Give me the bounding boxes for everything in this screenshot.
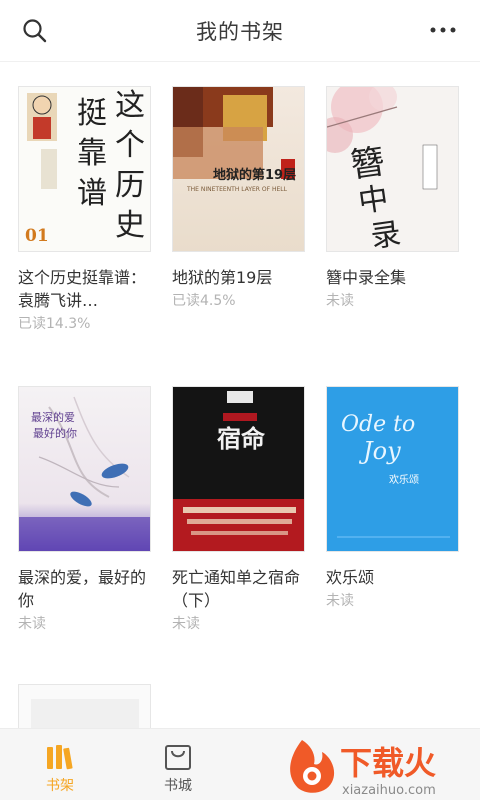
book-item[interactable]: 最深的爱 最好的你 最深的爱，最好的你 未读 bbox=[18, 386, 158, 635]
svg-text:靠: 靠 bbox=[77, 136, 107, 171]
book-item[interactable]: 挺 靠 谱 这 个 历 史 01 这个历史挺靠谱：袁腾飞讲… 已读14.3% bbox=[18, 86, 158, 335]
watermark-brand: 下载火 bbox=[340, 744, 436, 782]
book-title[interactable]: 这个历史挺靠谱：袁腾飞讲… bbox=[18, 266, 158, 312]
svg-text:簪: 簪 bbox=[348, 142, 387, 186]
book-cover[interactable]: 挺 靠 谱 这 个 历 史 01 bbox=[18, 86, 151, 252]
page-title: 我的书架 bbox=[196, 20, 284, 44]
tab-bookshelf[interactable]: 书架 bbox=[0, 729, 120, 800]
svg-text:THE NINETEENTH LAYER OF HELL: THE NINETEENTH LAYER OF HELL bbox=[186, 186, 288, 193]
book-item[interactable]: Ode to Joy 欢乐颂 欢乐颂 未读 bbox=[326, 386, 466, 612]
read-status: 已读4.5% bbox=[172, 293, 236, 309]
svg-text:地狱的第19层: 地狱的第19层 bbox=[213, 167, 296, 183]
book-item[interactable]: 簪 中 录 簪中录全集 未读 bbox=[326, 86, 466, 312]
svg-text:宿命: 宿命 bbox=[217, 424, 266, 453]
book-cover[interactable]: 地狱的第19层 THE NINETEENTH LAYER OF HELL bbox=[172, 86, 305, 252]
book-item[interactable]: 宿命 死亡通知单之宿命（下） 未读 bbox=[172, 386, 312, 635]
svg-text:历: 历 bbox=[115, 168, 145, 203]
book-title[interactable]: 簪中录全集 bbox=[326, 266, 466, 289]
book-cover[interactable]: Ode to Joy 欢乐颂 bbox=[326, 386, 459, 552]
book-title[interactable]: 欢乐颂 bbox=[326, 566, 466, 589]
book-title[interactable]: 地狱的第19层 bbox=[172, 266, 312, 289]
add-book-placeholder[interactable] bbox=[18, 684, 151, 728]
top-bar: 我的书架 bbox=[0, 0, 480, 62]
read-status: 未读 bbox=[326, 593, 354, 609]
book-title[interactable]: 死亡通知单之宿命（下） bbox=[172, 566, 312, 612]
cover-number: 01 bbox=[25, 226, 49, 246]
read-status: 未读 bbox=[326, 293, 354, 309]
read-status: 已读14.3% bbox=[18, 316, 91, 332]
book-item[interactable]: 地狱的第19层 THE NINETEENTH LAYER OF HELL 地狱的… bbox=[172, 86, 312, 312]
read-status: 未读 bbox=[172, 616, 200, 632]
svg-text:最好的你: 最好的你 bbox=[33, 426, 77, 440]
svg-text:谱: 谱 bbox=[77, 176, 107, 211]
svg-text:挺: 挺 bbox=[77, 96, 107, 131]
book-title[interactable]: 最深的爱，最好的你 bbox=[18, 566, 158, 612]
svg-text:个: 个 bbox=[115, 128, 145, 163]
svg-text:这: 这 bbox=[115, 88, 145, 123]
watermark-logo: 下载火 xiazaihuo.com bbox=[282, 736, 480, 800]
more-dots-icon[interactable] bbox=[426, 16, 460, 46]
bookshelf-icon bbox=[44, 741, 76, 773]
tab-bookstore[interactable]: 书城 bbox=[118, 729, 238, 800]
watermark-url: xiazaihuo.com bbox=[342, 783, 436, 798]
bookshelf-grid: 挺 靠 谱 这 个 历 史 01 这个历史挺靠谱：袁腾飞讲… 已读14.3% 地… bbox=[0, 62, 480, 728]
tab-label: 书架 bbox=[46, 778, 74, 794]
svg-text:最深的爱: 最深的爱 bbox=[31, 410, 75, 424]
tab-label: 书城 bbox=[164, 778, 192, 794]
book-cover[interactable]: 最深的爱 最好的你 bbox=[18, 386, 151, 552]
svg-text:录: 录 bbox=[369, 216, 404, 252]
bookstore-bag-icon bbox=[162, 741, 194, 773]
book-cover[interactable]: 宿命 bbox=[172, 386, 305, 552]
book-cover[interactable]: 簪 中 录 bbox=[326, 86, 459, 252]
cover-subtitle: 欢乐颂 bbox=[389, 473, 419, 486]
svg-text:史: 史 bbox=[115, 208, 145, 243]
add-book-slot[interactable] bbox=[18, 684, 158, 728]
svg-text:Joy: Joy bbox=[358, 437, 401, 465]
svg-text:Ode to: Ode to bbox=[341, 412, 415, 437]
svg-text:中: 中 bbox=[356, 181, 391, 220]
read-status: 未读 bbox=[18, 616, 46, 632]
